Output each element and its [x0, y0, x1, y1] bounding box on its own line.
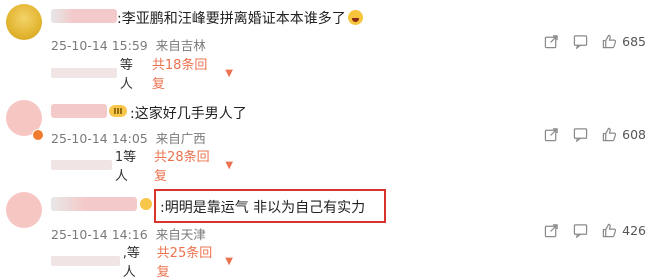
comment-meta: 25-10-14 14:05 来自广西: [51, 128, 206, 147]
thumbs-up-icon: [602, 34, 617, 49]
caret-down-icon[interactable]: ▼: [225, 160, 233, 171]
highlighted-comment-text: :明明是靠运气 非以为自己有实力: [154, 189, 386, 223]
caret-down-icon[interactable]: ▼: [225, 256, 233, 267]
reply-count-link[interactable]: 共28条回复: [154, 146, 220, 184]
redacted-reply-users: [51, 68, 117, 78]
comment-text-content: :这家好几手男人了: [130, 106, 247, 122]
reply-summary[interactable]: ,等人 共25条回复 ▼: [51, 246, 233, 280]
comment-text: :这家好几手男人了: [130, 103, 247, 123]
user-level-badge-icon: [140, 198, 152, 210]
comment-item: :李亚鹏和汪峰要拼离婚证本本谁多了 25-10-14 15:59 来自吉林 68…: [0, 0, 660, 92]
redacted-username[interactable]: [51, 9, 117, 23]
redacted-reply-users: [51, 256, 120, 266]
like-button[interactable]: 685: [602, 34, 646, 49]
reply-summary[interactable]: 1等人 共28条回复 ▼: [51, 150, 233, 184]
reply-summary[interactable]: 等人 共18条回复 ▼: [51, 58, 233, 92]
redacted-reply-users: [51, 160, 112, 170]
like-count: 685: [622, 34, 646, 49]
share-icon[interactable]: [544, 223, 559, 238]
avatar[interactable]: [6, 4, 42, 40]
verified-badge-icon: [32, 129, 44, 141]
laughing-emoji-icon: [347, 10, 363, 25]
comment-location: 来自广西: [155, 131, 206, 146]
comment-icon[interactable]: [573, 34, 588, 49]
comment-meta: 25-10-14 14:16 来自天津: [51, 224, 206, 243]
comment-actions: 426: [544, 223, 646, 238]
comment-icon[interactable]: [573, 127, 588, 142]
comment-actions: 685: [544, 34, 646, 49]
redacted-username[interactable]: [51, 197, 137, 211]
comment-date: 25-10-14 15:59: [51, 38, 148, 53]
comment-item: :明明是靠运气 非以为自己有实力 25-10-14 14:16 来自天津 426…: [0, 182, 660, 280]
thumbs-up-icon: [602, 127, 617, 142]
comment-icon[interactable]: [573, 223, 588, 238]
reply-users: ,等人: [122, 246, 140, 280]
comment-date: 25-10-14 14:05: [51, 131, 148, 146]
comment-text-content: :李亚鹏和汪峰要拼离婚证本本谁多了: [117, 11, 346, 27]
share-icon[interactable]: [544, 127, 559, 142]
like-button[interactable]: 426: [602, 223, 646, 238]
comment-date: 25-10-14 14:16: [51, 227, 148, 242]
comment-item: III :这家好几手男人了 25-10-14 14:05 来自广西 608 1等…: [0, 90, 660, 184]
avatar[interactable]: [6, 192, 42, 228]
reply-count-link[interactable]: 共25条回复: [157, 242, 221, 280]
like-count: 608: [622, 127, 646, 142]
share-icon[interactable]: [544, 34, 559, 49]
thumbs-up-icon: [602, 223, 617, 238]
comment-text: :李亚鹏和汪峰要拼离婚证本本谁多了: [117, 8, 363, 28]
reply-users: 1等人: [114, 150, 137, 184]
comment-actions: 608: [544, 127, 646, 142]
comment-meta: 25-10-14 15:59 来自吉林: [51, 35, 206, 54]
like-button[interactable]: 608: [602, 127, 646, 142]
user-level-badge: III: [109, 105, 127, 117]
redacted-username[interactable]: [51, 104, 107, 118]
comment-location: 来自天津: [155, 227, 206, 242]
comment-location: 来自吉林: [155, 38, 206, 53]
comment-text-content: :明明是靠运气 非以为自己有实力: [160, 200, 366, 216]
caret-down-icon[interactable]: ▼: [225, 68, 233, 79]
reply-users: 等人: [119, 58, 133, 92]
reply-count-link[interactable]: 共18条回复: [152, 54, 220, 92]
like-count: 426: [622, 223, 646, 238]
